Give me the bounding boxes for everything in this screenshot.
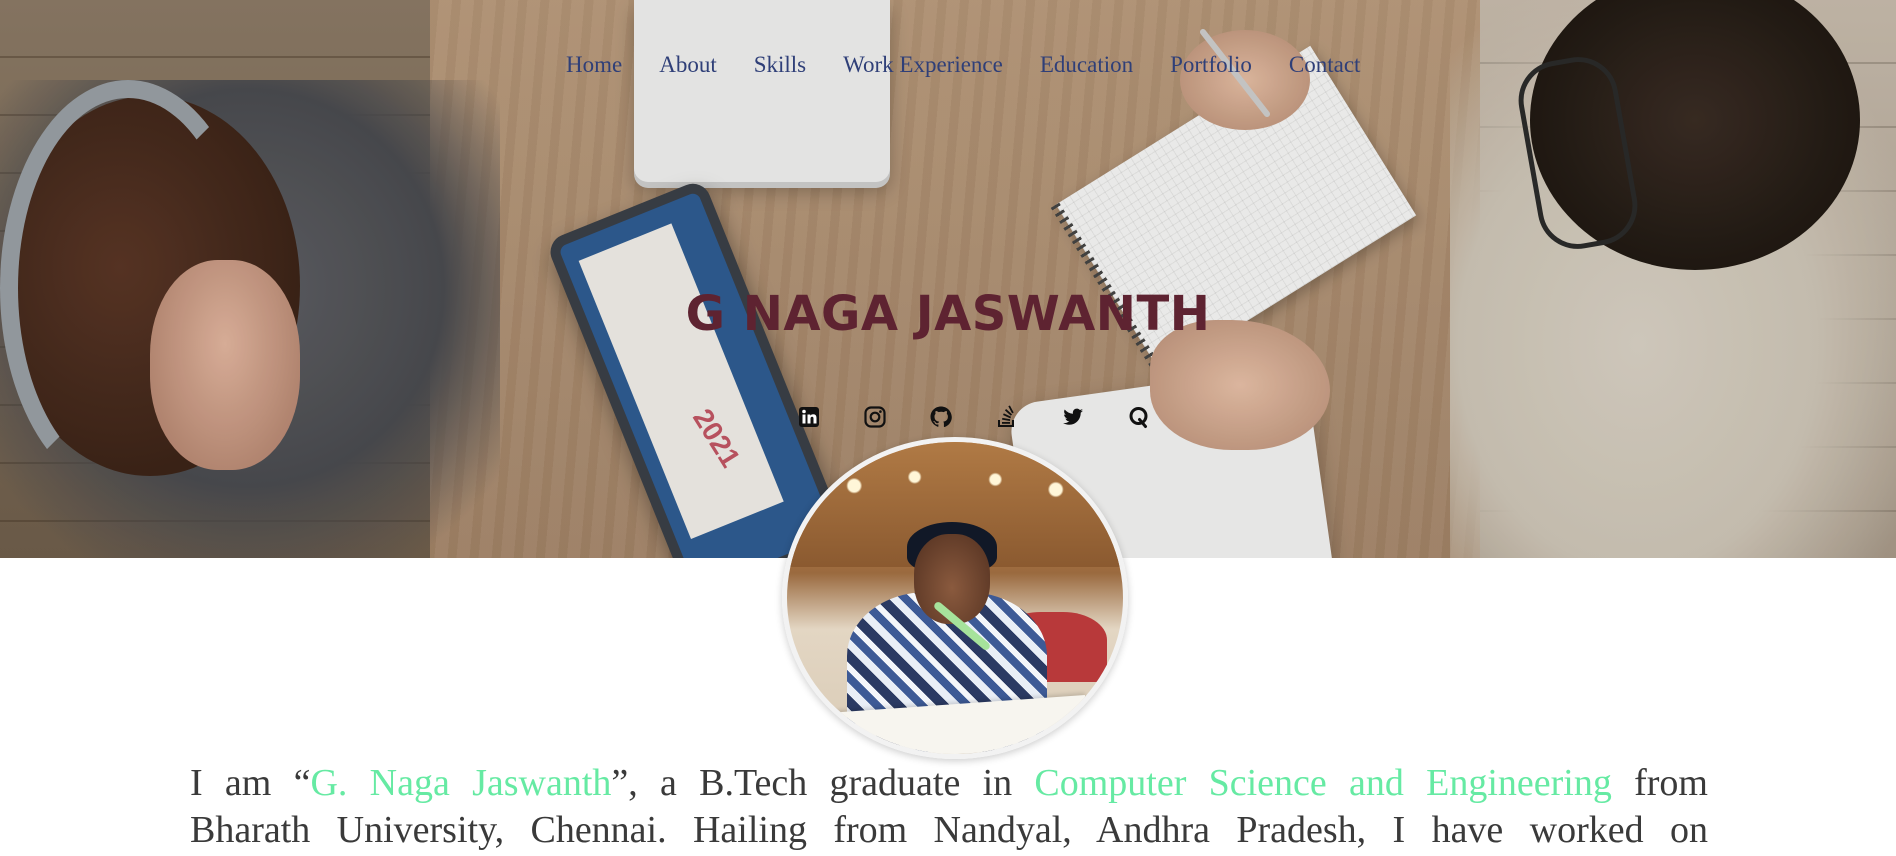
twitter-icon[interactable] bbox=[1058, 402, 1088, 432]
nav-education-link[interactable]: Education bbox=[1040, 52, 1133, 82]
instagram-icon[interactable] bbox=[860, 402, 890, 432]
bio-name-highlight: G. Naga Jaswanth bbox=[310, 762, 612, 804]
hero-name-title: G NAGA JASWANTH bbox=[685, 286, 1211, 343]
bio-line-2: Bharath University, Chennai. Hailing fro… bbox=[190, 809, 1708, 851]
stackoverflow-icon[interactable] bbox=[992, 402, 1022, 432]
avatar-face bbox=[914, 534, 990, 624]
profile-avatar bbox=[782, 437, 1128, 759]
nav-contact-link[interactable]: Contact bbox=[1289, 52, 1361, 82]
about-bio: I am “G. Naga Jaswanth”, a B.Tech gradua… bbox=[190, 760, 1708, 854]
nav-skills-link[interactable]: Skills bbox=[754, 52, 806, 82]
github-icon[interactable] bbox=[926, 402, 956, 432]
bio-line-1: I am “G. Naga Jaswanth”, a B.Tech gradua… bbox=[190, 760, 1708, 807]
main-nav: Home About Skills Work Experience Educat… bbox=[566, 52, 1360, 82]
quora-icon[interactable] bbox=[1124, 402, 1154, 432]
linkedin-icon[interactable] bbox=[794, 402, 824, 432]
bio-mid: ”, a B.Tech graduate in bbox=[611, 762, 1035, 804]
bio-suffix: from bbox=[1611, 762, 1708, 804]
nav-work-experience-link[interactable]: Work Experience bbox=[843, 52, 1003, 82]
bio-prefix: I am “ bbox=[190, 762, 311, 804]
bio-degree-highlight: Computer Science and Engineering bbox=[1034, 762, 1612, 804]
nav-portfolio-link[interactable]: Portfolio bbox=[1170, 52, 1252, 82]
nav-home-link[interactable]: Home bbox=[566, 52, 622, 82]
social-links bbox=[794, 402, 1154, 432]
nav-about-link[interactable]: About bbox=[659, 52, 717, 82]
